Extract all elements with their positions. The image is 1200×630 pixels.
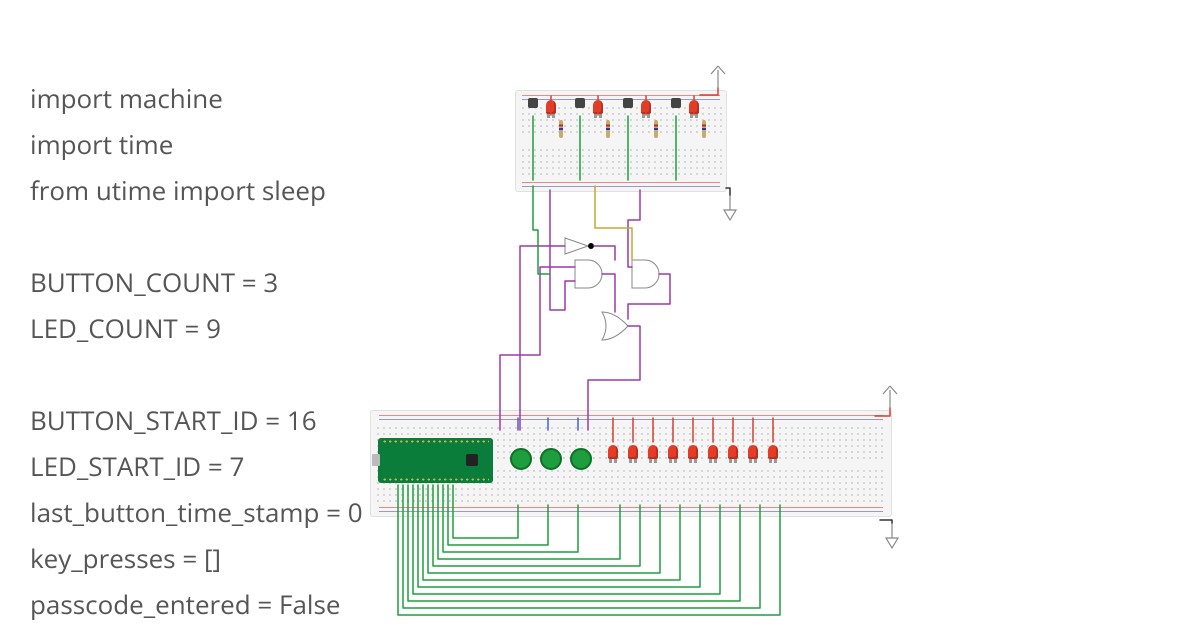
code-line: LED_COUNT = 9 [30,310,221,346]
tactile-button[interactable] [671,98,681,108]
vcc-icon [883,386,897,408]
led-red-icon [608,445,618,459]
code-line: key_presses = [] [30,540,221,576]
led-red-icon [641,100,651,114]
green-button[interactable] [540,448,562,470]
led-red-icon [593,100,603,114]
led-red-icon [708,445,718,459]
led-red-icon [688,445,698,459]
code-line: BUTTON_START_ID = 16 [30,402,317,438]
led-red-icon [689,100,699,114]
led-red-icon [768,445,778,459]
resistor-icon [654,120,658,138]
code-snippet: import machine import time from utime im… [30,75,363,627]
code-line: passcode_entered = False [30,586,340,622]
green-button[interactable] [510,448,532,470]
tactile-button[interactable] [575,98,585,108]
code-line: from utime import sleep [30,172,326,208]
code-line: import machine [30,80,223,116]
code-line: last_button_time_stamp = 0 [30,494,363,530]
led-red-icon [628,445,638,459]
code-line: import time [30,126,173,162]
led-red-icon [748,445,758,459]
led-red-icon [728,445,738,459]
led-red-icon [546,100,556,114]
resistor-icon [702,120,706,138]
led-red-icon [648,445,658,459]
tactile-button[interactable] [528,98,538,108]
resistor-icon [606,120,610,138]
vcc-icon [711,66,725,88]
code-line: BUTTON_COUNT = 3 [30,264,278,300]
and-gate-icon [632,260,659,288]
resistor-icon [559,120,563,138]
not-gate-icon [565,238,594,254]
led-red-icon [668,445,678,459]
green-button[interactable] [570,448,592,470]
circuit-diagram [370,60,970,620]
or-gate-icon [602,312,628,340]
gnd-icon [886,523,898,548]
raspberry-pi-pico-icon [378,438,493,483]
gnd-icon [724,195,736,220]
and-gate-icon [575,260,602,288]
tactile-button[interactable] [623,98,633,108]
code-line: LED_START_ID = 7 [30,448,244,484]
